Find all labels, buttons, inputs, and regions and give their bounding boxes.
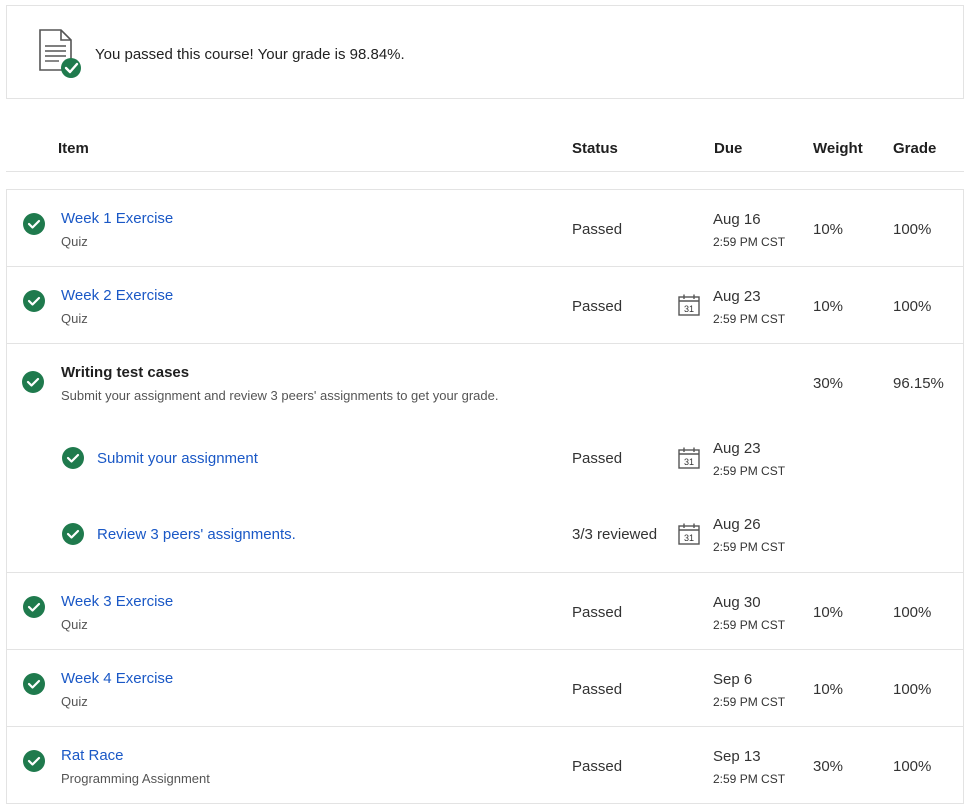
table-row-group: Writing test cases Submit your assignmen… [7, 344, 963, 573]
due-time: 2:59 PM CST [713, 695, 786, 709]
due-date: Aug 23 [713, 288, 761, 305]
due-date: Aug 26 [713, 516, 761, 533]
due-date: Sep 6 [713, 671, 753, 688]
check-circle-icon [23, 596, 45, 618]
item-title-link[interactable]: Week 1 Exercise [61, 210, 173, 227]
subitem-title-link[interactable]: Submit your assignment [97, 450, 258, 467]
column-due: Due [714, 140, 743, 157]
item-weight: 30% [813, 375, 844, 392]
grade-message: You passed this course! Your grade is 98… [95, 46, 405, 63]
item-weight: 10% [813, 298, 844, 315]
due-date: Aug 16 [713, 211, 761, 228]
item-title-link[interactable]: Week 2 Exercise [61, 287, 173, 304]
due-time: 2:59 PM CST [713, 312, 786, 326]
item-title-link[interactable]: Week 3 Exercise [61, 593, 173, 610]
column-item: Item [58, 140, 89, 157]
item-type: Quiz [61, 311, 88, 326]
due-time: 2:59 PM CST [713, 540, 786, 554]
check-circle-icon [23, 213, 45, 235]
document-check-icon [39, 29, 81, 78]
item-status: Passed [572, 604, 623, 621]
item-type: Quiz [61, 694, 88, 709]
item-weight: 10% [813, 221, 844, 238]
item-grade: 100% [893, 221, 932, 238]
due-date: Aug 30 [713, 594, 761, 611]
course-passed-banner: You passed this course! Your grade is 98… [6, 5, 964, 99]
due-time: 2:59 PM CST [713, 235, 786, 249]
column-grade: Grade [893, 140, 937, 157]
group-description: Submit your assignment and review 3 peer… [61, 388, 499, 403]
check-circle-icon [62, 447, 84, 469]
item-status: Passed [572, 681, 623, 698]
item-weight: 10% [813, 681, 844, 698]
item-status: Passed [572, 221, 623, 238]
item-weight: 10% [813, 604, 844, 621]
item-title-link[interactable]: Rat Race [61, 747, 124, 764]
check-circle-icon [22, 371, 44, 393]
column-status: Status [572, 140, 618, 157]
check-circle-icon [23, 673, 45, 695]
check-circle-icon [23, 290, 45, 312]
item-type: Quiz [61, 234, 88, 249]
item-grade: 100% [893, 298, 932, 315]
grades-table: Week 1 Exercise Quiz Passed Aug 16 2:59 … [6, 189, 964, 804]
due-date: Aug 23 [713, 440, 761, 457]
subitem-status: 3/3 reviewed [572, 526, 658, 543]
item-weight: 30% [813, 758, 844, 775]
subitem-title-link[interactable]: Review 3 peers' assignments. [97, 526, 296, 543]
svg-text:31: 31 [684, 304, 694, 314]
item-grade: 100% [893, 604, 932, 621]
subitem-status: Passed [572, 450, 623, 467]
due-date: Sep 13 [713, 748, 761, 765]
table-row: Week 1 Exercise Quiz Passed Aug 16 2:59 … [7, 190, 963, 267]
table-row: Week 2 Exercise Quiz Passed 31 Aug 23 2:… [7, 267, 963, 344]
due-time: 2:59 PM CST [713, 618, 786, 632]
due-time: 2:59 PM CST [713, 464, 786, 478]
table-header: Item Status Due Weight Grade [6, 124, 964, 172]
item-grade: 100% [893, 681, 932, 698]
item-status: Passed [572, 758, 623, 775]
due-time: 2:59 PM CST [713, 772, 786, 786]
item-type: Quiz [61, 617, 88, 632]
item-title-link[interactable]: Week 4 Exercise [61, 670, 173, 687]
svg-text:31: 31 [684, 533, 694, 543]
item-type: Programming Assignment [61, 771, 210, 786]
table-row: Week 3 Exercise Quiz Passed Aug 30 2:59 … [7, 573, 963, 650]
item-grade: 100% [893, 758, 932, 775]
item-grade: 96.15% [893, 375, 944, 392]
table-row: Week 4 Exercise Quiz Passed Sep 6 2:59 P… [7, 650, 963, 727]
group-title: Writing test cases [61, 364, 190, 381]
item-status: Passed [572, 298, 623, 315]
check-circle-icon [62, 523, 84, 545]
table-row: Rat Race Programming Assignment Passed S… [7, 727, 963, 804]
calendar-icon: 31 [678, 447, 700, 469]
column-weight: Weight [813, 140, 863, 157]
svg-text:31: 31 [684, 457, 694, 467]
calendar-icon: 31 [678, 523, 700, 545]
check-circle-icon [23, 750, 45, 772]
calendar-icon: 31 [678, 294, 700, 316]
